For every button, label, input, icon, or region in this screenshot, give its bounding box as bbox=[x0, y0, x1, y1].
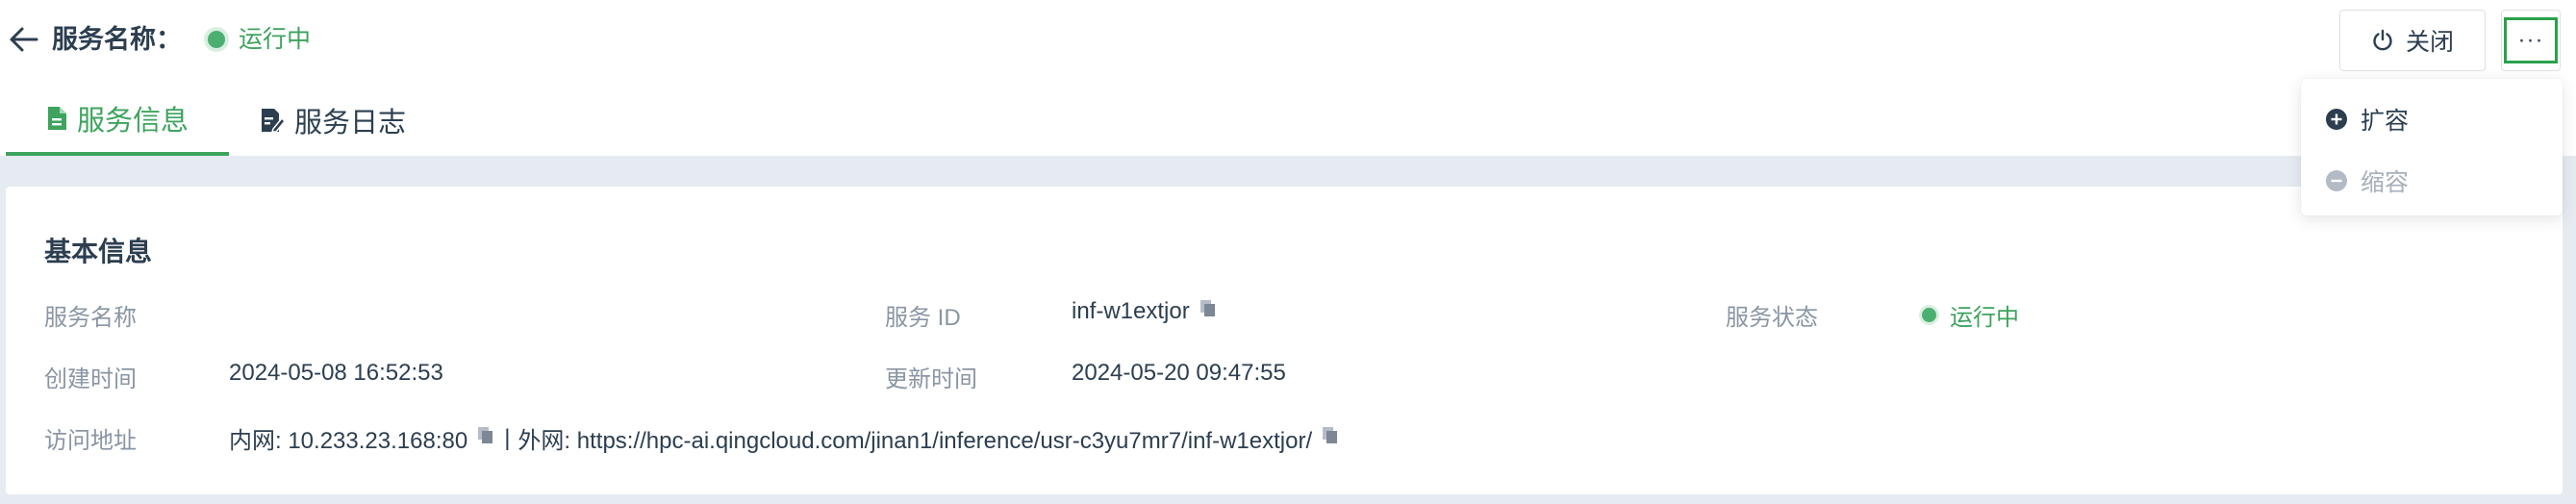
status-dot-icon bbox=[208, 31, 225, 48]
status-dot-icon bbox=[1922, 308, 1936, 322]
updated-time-value: 2024-05-20 09:47:55 bbox=[1072, 360, 1286, 386]
section-title: 基本信息 bbox=[44, 237, 153, 266]
access-address-label: 访问地址 bbox=[44, 428, 137, 454]
service-status-label: 服务状态 bbox=[1726, 305, 1818, 331]
plus-circle-icon bbox=[2326, 109, 2347, 130]
updated-time-label: 更新时间 bbox=[885, 366, 977, 392]
external-address: 外网: https://hpc-ai.qingcloud.com/jinan1/… bbox=[518, 428, 1313, 454]
back-arrow-icon[interactable] bbox=[8, 23, 40, 56]
menu-item-scale-down[interactable]: 缩容 bbox=[2326, 162, 2409, 200]
status-text: 运行中 bbox=[239, 26, 312, 53]
menu-item-label: 缩容 bbox=[2361, 169, 2410, 196]
status-badge: 运行中 bbox=[208, 21, 311, 58]
tab-label: 服务信息 bbox=[76, 106, 189, 137]
address-separator: | bbox=[504, 424, 511, 451]
copy-icon[interactable] bbox=[477, 425, 494, 452]
tab-label: 服务日志 bbox=[294, 108, 407, 139]
ellipsis-icon: ··· bbox=[2504, 17, 2558, 63]
more-actions-button[interactable]: ··· bbox=[2501, 10, 2561, 71]
tab-service-log[interactable]: 服务日志 bbox=[260, 85, 433, 156]
menu-item-label: 扩容 bbox=[2361, 108, 2410, 135]
minus-circle-icon bbox=[2326, 170, 2347, 191]
service-status-field: 运行中 bbox=[1922, 298, 2019, 332]
page-title: 服务名称： bbox=[52, 25, 182, 54]
access-address-field: 内网: 10.233.23.168:80 | 外网: https://hpc-a… bbox=[229, 421, 1339, 455]
more-actions-menu: 扩容 缩容 bbox=[2301, 79, 2563, 215]
close-button-label: 关闭 bbox=[2405, 29, 2454, 56]
created-time-value: 2024-05-08 16:52:53 bbox=[229, 360, 443, 386]
document-icon bbox=[47, 107, 66, 130]
basic-info-card: 基本信息 服务名称 服务 ID inf-w1extjor 服务状态 运行中 创建… bbox=[6, 187, 2563, 494]
service-name-label: 服务名称 bbox=[44, 305, 137, 331]
created-time-label: 创建时间 bbox=[44, 366, 137, 392]
power-icon bbox=[2373, 29, 2392, 51]
service-id-value: inf-w1extjor bbox=[1072, 298, 1190, 324]
close-button[interactable]: 关闭 bbox=[2339, 10, 2486, 71]
log-edit-icon bbox=[262, 109, 285, 133]
service-status-value: 运行中 bbox=[1950, 305, 2019, 331]
copy-icon[interactable] bbox=[1200, 298, 1217, 325]
tab-bar: 服务信息 服务日志 bbox=[0, 85, 2576, 156]
internal-address: 内网: 10.233.23.168:80 bbox=[229, 428, 468, 454]
tab-service-info[interactable]: 服务信息 bbox=[6, 85, 229, 156]
service-id-field: inf-w1extjor bbox=[1072, 298, 1217, 325]
page-header: 服务名称： 运行中 关闭 ··· bbox=[0, 0, 2576, 79]
copy-icon[interactable] bbox=[1322, 425, 1339, 452]
service-id-label: 服务 ID bbox=[885, 305, 961, 331]
menu-item-scale-up[interactable]: 扩容 bbox=[2326, 100, 2409, 139]
